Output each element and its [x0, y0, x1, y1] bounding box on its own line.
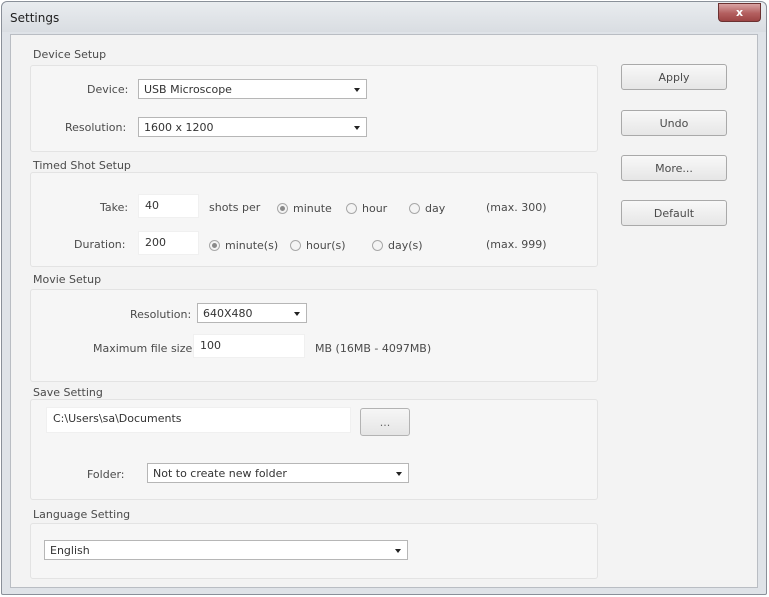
take-unit-hour-radio[interactable]: hour [346, 201, 387, 215]
max-file-size-input[interactable]: 100 [193, 334, 305, 358]
take-max-note: (max. 300) [486, 201, 547, 214]
chevron-down-icon [294, 312, 300, 316]
title-bar[interactable]: Settings x [2, 2, 766, 32]
browse-button-label: ... [379, 415, 391, 429]
device-resolution-value: 1600 x 1200 [144, 121, 214, 134]
radio-indicator [409, 202, 420, 214]
take-input[interactable]: 40 [138, 194, 199, 218]
language-setting-title: Language Setting [33, 508, 131, 521]
window-title: Settings [10, 11, 60, 25]
device-setup-title: Device Setup [33, 48, 107, 61]
max-file-size-value: 100 [200, 339, 221, 352]
save-path-input[interactable]: C:\Users\sa\Documents [46, 407, 351, 433]
radio-label: hour(s) [306, 238, 346, 252]
radio-indicator [290, 239, 301, 251]
radio-label: hour [362, 201, 388, 215]
chevron-down-icon [354, 126, 360, 130]
more-button-label: More... [655, 161, 693, 175]
movie-resolution-value: 640X480 [203, 307, 253, 320]
timed-shot-group [30, 172, 598, 267]
radio-indicator [346, 202, 357, 214]
radio-label: day [425, 201, 446, 215]
radio-indicator [372, 239, 383, 251]
radio-indicator [277, 202, 288, 214]
browse-folder-button[interactable]: ... [360, 408, 410, 436]
movie-resolution-label: Resolution: [130, 308, 192, 321]
chevron-down-icon [395, 549, 401, 553]
undo-button[interactable]: Undo [621, 110, 727, 136]
default-button-label: Default [653, 206, 695, 220]
apply-button[interactable]: Apply [621, 64, 727, 90]
language-dropdown[interactable]: English [44, 540, 408, 560]
settings-window: Settings x Device Setup Device: USB Micr… [1, 1, 767, 595]
undo-button-label: Undo [659, 116, 689, 130]
settings-panel: Device Setup Device: USB Microscope Reso… [10, 34, 758, 588]
take-label: Take: [100, 201, 129, 214]
radio-label: day(s) [388, 238, 423, 252]
device-resolution-label: Resolution: [65, 121, 127, 134]
save-path-value: C:\Users\sa\Documents [53, 412, 182, 425]
device-dropdown[interactable]: USB Microscope [138, 79, 367, 99]
duration-max-note: (max. 999) [486, 238, 547, 251]
movie-resolution-dropdown[interactable]: 640X480 [197, 303, 307, 323]
duration-label: Duration: [74, 238, 126, 251]
close-button[interactable]: x [718, 3, 761, 22]
radio-label: minute [293, 201, 332, 215]
max-file-size-label: Maximum file size: [93, 342, 196, 355]
language-dropdown-value: English [50, 544, 90, 557]
take-unit-minute-radio[interactable]: minute [277, 201, 332, 215]
device-resolution-dropdown[interactable]: 1600 x 1200 [138, 117, 367, 137]
folder-dropdown[interactable]: Not to create new folder [147, 463, 409, 483]
duration-unit-hours-radio[interactable]: hour(s) [290, 238, 346, 252]
take-input-value: 40 [145, 199, 159, 212]
duration-unit-days-radio[interactable]: day(s) [372, 238, 423, 252]
duration-input[interactable]: 200 [138, 231, 199, 255]
radio-indicator [209, 239, 220, 251]
duration-input-value: 200 [145, 236, 166, 249]
shots-per-label: shots per [209, 201, 261, 214]
chevron-down-icon [396, 472, 402, 476]
close-icon: x [735, 6, 744, 19]
movie-setup-title: Movie Setup [33, 273, 102, 286]
movie-setup-group [30, 289, 598, 382]
device-dropdown-value: USB Microscope [144, 83, 232, 96]
device-label: Device: [87, 83, 129, 96]
chevron-down-icon [354, 88, 360, 92]
default-button[interactable]: Default [621, 200, 727, 226]
duration-unit-minutes-radio[interactable]: minute(s) [209, 238, 278, 252]
max-file-size-hint: MB (16MB - 4097MB) [315, 342, 432, 355]
timed-shot-title: Timed Shot Setup [33, 159, 131, 172]
take-unit-day-radio[interactable]: day [409, 201, 445, 215]
save-setting-title: Save Setting [33, 386, 103, 399]
folder-label: Folder: [87, 468, 125, 481]
more-button[interactable]: More... [621, 155, 727, 181]
radio-label: minute(s) [225, 238, 279, 252]
folder-dropdown-value: Not to create new folder [153, 467, 287, 480]
apply-button-label: Apply [658, 70, 690, 84]
